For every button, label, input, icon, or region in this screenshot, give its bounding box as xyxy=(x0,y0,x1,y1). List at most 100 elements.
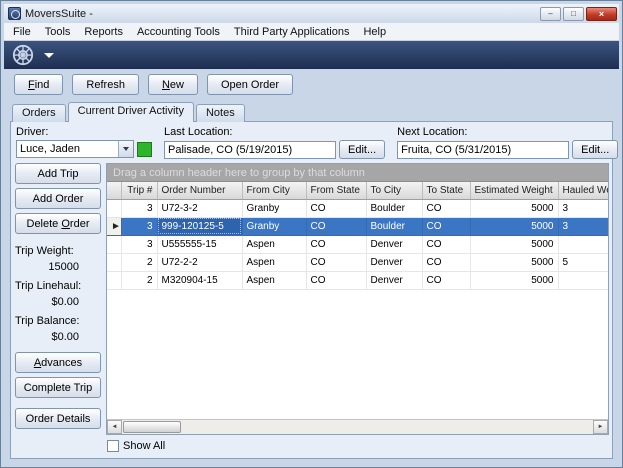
cell-to-city: Boulder xyxy=(366,199,422,217)
col-header-to-city[interactable]: To City xyxy=(366,182,422,199)
title-bar: MoversSuite - – □ × xyxy=(4,4,619,23)
tab-orders[interactable]: Orders xyxy=(12,104,66,122)
scroll-right-icon[interactable]: ► xyxy=(593,420,608,434)
grid-row[interactable]: 3 U555555-15 Aspen CO Denver CO 5000 xyxy=(107,235,609,253)
complete-trip-button[interactable]: Complete Trip xyxy=(15,377,101,398)
trip-balance-label: Trip Balance: xyxy=(15,315,101,327)
col-header-estimated-weight[interactable]: Estimated Weight xyxy=(470,182,558,199)
next-location-field-group: Next Location: Edit... xyxy=(397,126,618,159)
grid-row[interactable]: 2 U72-2-2 Aspen CO Denver CO 5000 5 xyxy=(107,253,609,271)
maximize-button[interactable]: □ xyxy=(563,7,584,21)
cell-estimated-weight: 5000 xyxy=(470,217,558,235)
col-header-order-number[interactable]: Order Number xyxy=(157,182,242,199)
col-header-indicator xyxy=(107,182,121,199)
menu-item-accounting-tools[interactable]: Accounting Tools xyxy=(130,24,227,40)
cell-to-state: CO xyxy=(422,235,470,253)
last-location-field-group: Last Location: Edit... xyxy=(164,126,385,159)
cell-to-state: CO xyxy=(422,217,470,235)
col-header-trip[interactable]: Trip # xyxy=(121,182,157,199)
cell-trip: 3 xyxy=(121,217,157,235)
tab-notes[interactable]: Notes xyxy=(196,104,245,122)
h-scrollbar-thumb[interactable] xyxy=(123,421,181,433)
scroll-left-icon[interactable]: ◄ xyxy=(107,420,122,434)
col-header-to-state[interactable]: To State xyxy=(422,182,470,199)
grid-row[interactable]: 2 M320904-15 Aspen CO Denver CO 5000 xyxy=(107,271,609,289)
cell-hauled-weight: 5 xyxy=(558,253,609,271)
delete-order-button[interactable]: Delete Order xyxy=(15,213,101,234)
cell-from-city: Granby xyxy=(242,217,306,235)
column-header-row: Trip # Order Number From City From State… xyxy=(107,182,609,199)
menu-item-file[interactable]: File xyxy=(6,24,38,40)
new-button[interactable]: New xyxy=(148,74,198,95)
next-location-edit-button[interactable]: Edit... xyxy=(572,140,618,159)
orders-grid: Drag a column header here to group by th… xyxy=(106,163,609,435)
add-trip-button[interactable]: Add Trip xyxy=(15,163,101,184)
ship-wheel-logo-icon xyxy=(12,44,34,66)
advances-button[interactable]: Advances xyxy=(15,352,101,373)
driver-panel: Driver: Luce, Jaden Last Location: Edit.… xyxy=(14,125,609,159)
close-button[interactable]: × xyxy=(586,7,617,21)
cell-from-city: Granby xyxy=(242,199,306,217)
grid-empty-area xyxy=(107,290,608,420)
group-by-bar[interactable]: Drag a column header here to group by th… xyxy=(107,164,608,182)
trip-weight-label: Trip Weight: xyxy=(15,245,101,257)
cell-hauled-weight: 3 xyxy=(558,199,609,217)
cell-from-city: Aspen xyxy=(242,253,306,271)
next-location-label: Next Location: xyxy=(397,126,618,138)
grid-row[interactable]: 3 U72-3-2 Granby CO Boulder CO 5000 3 xyxy=(107,199,609,217)
cell-to-city: Denver xyxy=(366,253,422,271)
menu-item-reports[interactable]: Reports xyxy=(77,24,130,40)
cell-from-city: Aspen xyxy=(242,271,306,289)
driver-select[interactable]: Luce, Jaden xyxy=(16,140,134,158)
cell-hauled-weight xyxy=(558,271,609,289)
find-button[interactable]: Find xyxy=(14,74,63,95)
window-title: MoversSuite - xyxy=(25,8,540,20)
h-scrollbar[interactable]: ◄ ► xyxy=(107,419,608,434)
refresh-button[interactable]: Refresh xyxy=(72,74,139,95)
last-location-edit-button[interactable]: Edit... xyxy=(339,140,385,159)
app-icon xyxy=(8,7,21,20)
add-order-button[interactable]: Add Order xyxy=(15,188,101,209)
cell-estimated-weight: 5000 xyxy=(470,271,558,289)
cell-trip: 3 xyxy=(121,199,157,217)
sidebar: Add Trip Add Order Delete Order Trip Wei… xyxy=(14,163,106,435)
trip-weight-stat: Trip Weight: 15000 xyxy=(15,245,101,273)
col-header-from-city[interactable]: From City xyxy=(242,182,306,199)
cell-from-state: CO xyxy=(306,271,366,289)
driver-field-group: Driver: Luce, Jaden xyxy=(16,126,152,159)
order-details-button[interactable]: Order Details xyxy=(15,408,101,429)
minimize-button[interactable]: – xyxy=(540,7,561,21)
menu-item-tools[interactable]: Tools xyxy=(38,24,78,40)
toolbar: Find Refresh New Open Order xyxy=(14,74,619,95)
show-all-checkbox[interactable] xyxy=(107,440,119,452)
tab-current-driver-activity[interactable]: Current Driver Activity xyxy=(68,102,194,122)
next-location-field[interactable] xyxy=(397,141,569,159)
col-header-hauled-weight[interactable]: Hauled Weight xyxy=(558,182,609,199)
col-header-from-state[interactable]: From State xyxy=(306,182,366,199)
driver-value: Luce, Jaden xyxy=(17,143,118,155)
chevron-down-icon[interactable] xyxy=(118,141,133,157)
footer: Show All xyxy=(14,437,609,455)
logo-bar xyxy=(4,41,619,69)
cell-from-state: CO xyxy=(306,253,366,271)
driver-label: Driver: xyxy=(16,126,152,138)
last-location-field[interactable] xyxy=(164,141,336,159)
cell-to-city: Denver xyxy=(366,235,422,253)
logo-menu-dropdown-icon[interactable] xyxy=(44,53,54,58)
open-order-button[interactable]: Open Order xyxy=(207,74,293,95)
menu-item-help[interactable]: Help xyxy=(356,24,393,40)
cell-estimated-weight: 5000 xyxy=(470,199,558,217)
cell-order-number: U72-3-2 xyxy=(157,199,242,217)
selected-row-arrow-icon: ► xyxy=(111,221,121,232)
cell-estimated-weight: 5000 xyxy=(470,235,558,253)
cell-hauled-weight: 3 xyxy=(558,217,609,235)
menu-item-third-party-applications[interactable]: Third Party Applications xyxy=(227,24,357,40)
cell-from-state: CO xyxy=(306,217,366,235)
cell-trip: 3 xyxy=(121,235,157,253)
cell-order-number: U555555-15 xyxy=(157,235,242,253)
grid-table: Trip # Order Number From City From State… xyxy=(107,182,609,290)
tab-strip: Orders Current Driver Activity Notes xyxy=(12,102,619,121)
cell-from-state: CO xyxy=(306,235,366,253)
trip-linehaul-value: $0.00 xyxy=(15,296,101,308)
grid-row-selected[interactable]: ► 3 999-120125-5 Granby CO Boulder CO 50… xyxy=(107,217,609,235)
